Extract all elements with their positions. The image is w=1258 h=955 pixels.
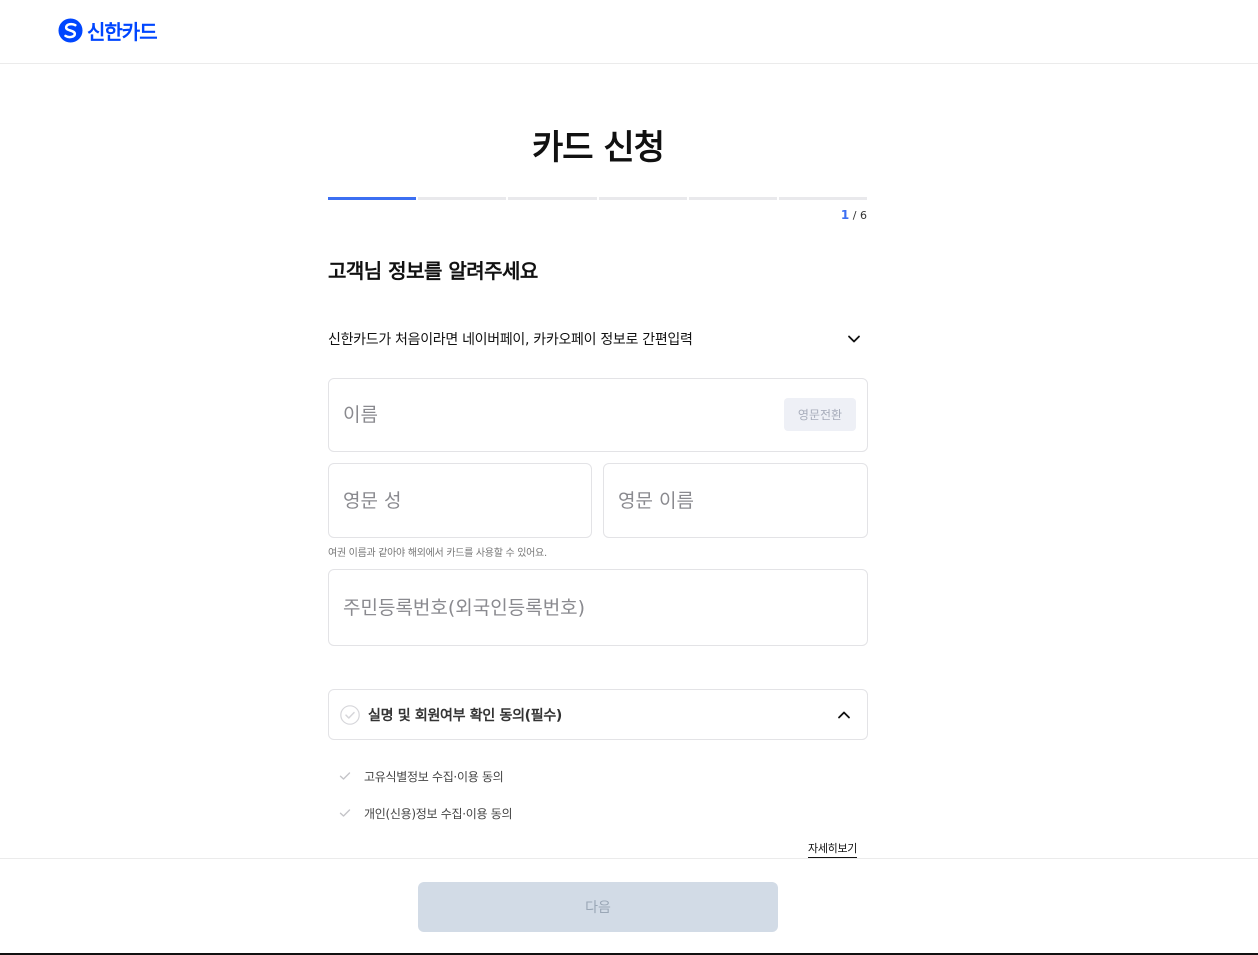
english-convert-button[interactable]: 영문전환 bbox=[784, 398, 856, 431]
progress-segment-2 bbox=[418, 197, 507, 200]
progress-bar bbox=[328, 197, 868, 200]
check-icon bbox=[339, 809, 351, 817]
name-input[interactable] bbox=[343, 379, 763, 451]
chevron-up-icon[interactable] bbox=[833, 704, 855, 726]
easy-input-label: 신한카드가 처음이라면 네이버페이, 카카오페이 정보로 간편입력 bbox=[328, 332, 693, 348]
progress-segment-1 bbox=[328, 197, 417, 200]
progress-segment-3 bbox=[508, 197, 597, 200]
section-title: 고객님 정보를 알려주세요 bbox=[328, 259, 538, 283]
english-last-name-field bbox=[328, 463, 592, 538]
step-separator: / bbox=[852, 209, 857, 222]
next-button[interactable]: 다음 bbox=[418, 882, 778, 932]
agreement-item-credit-info[interactable]: 개인(신용)정보 수집·이용 동의 bbox=[338, 803, 513, 823]
easy-input-toggle[interactable]: 신한카드가 처음이라면 네이버페이, 카카오페이 정보로 간편입력 bbox=[328, 326, 868, 352]
progress-segment-6 bbox=[778, 197, 868, 200]
step-current: 1 bbox=[840, 208, 850, 222]
logo-text: 신한카드 bbox=[87, 19, 158, 44]
check-circle-icon[interactable] bbox=[340, 704, 360, 725]
page-title: 카드 신청 bbox=[532, 128, 665, 168]
agreement-item-label: 고유식별정보 수집·이용 동의 bbox=[364, 769, 504, 784]
check-icon bbox=[339, 772, 351, 780]
shinhan-logo-icon bbox=[58, 17, 83, 43]
rrn-input[interactable] bbox=[343, 570, 851, 645]
view-details-link[interactable]: 자세히보기 bbox=[808, 840, 857, 858]
agreement-main-label: 실명 및 회원여부 확인 동의(필수) bbox=[368, 707, 563, 724]
agreement-item-label: 개인(신용)정보 수집·이용 동의 bbox=[364, 806, 513, 821]
step-indicator: 1 / 6 bbox=[700, 208, 867, 222]
english-last-name-input[interactable] bbox=[343, 464, 575, 537]
agreement-item-unique-id[interactable]: 고유식별정보 수집·이용 동의 bbox=[338, 766, 504, 786]
progress-segment-4 bbox=[598, 197, 687, 200]
agreement-all-toggle[interactable]: 실명 및 회원여부 확인 동의(필수) bbox=[328, 689, 868, 740]
rrn-field bbox=[328, 569, 868, 646]
name-field: 영문전환 bbox=[328, 378, 868, 452]
english-first-name-field bbox=[603, 463, 868, 538]
english-first-name-input[interactable] bbox=[618, 464, 851, 537]
site-header: 신한카드 bbox=[0, 0, 1258, 64]
chevron-down-icon[interactable] bbox=[843, 328, 865, 350]
bottom-action-bar: 다음 bbox=[0, 858, 1258, 954]
progress-segment-5 bbox=[688, 197, 777, 200]
passport-hint: 여권 이름과 같아야 해외에서 카드를 사용할 수 있어요. bbox=[328, 548, 547, 559]
step-total: 6 bbox=[860, 209, 867, 222]
shinhan-card-logo[interactable]: 신한카드 bbox=[58, 16, 158, 44]
